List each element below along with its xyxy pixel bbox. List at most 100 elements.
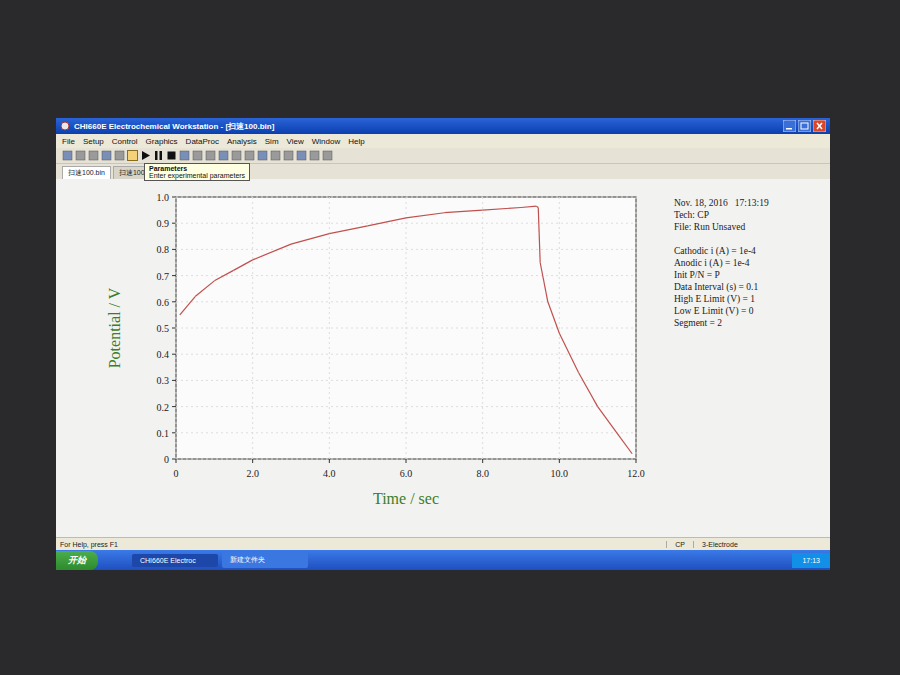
data-line [579,373,598,407]
status-bar: For Help, press F1 CP 3-Electrode [56,537,830,550]
y-tick [172,380,176,381]
x-tick [252,459,253,463]
grid-line [176,197,177,459]
info-line: Init P/N = P [674,269,769,281]
info-line: Nov. 18, 2016 17:13:19 [674,197,769,209]
x-tick [482,459,483,463]
info-line: High E Limit (V) = 1 [674,293,769,305]
help-icon[interactable] [322,150,333,161]
window-title: CHI660E Electrochemical Workstation - [扫… [74,121,779,132]
menu-item[interactable]: Window [312,137,340,146]
menu-item[interactable]: Control [112,137,138,146]
grid-line [252,197,253,459]
menu-item[interactable]: Help [348,137,364,146]
start-button[interactable]: 开始 [56,551,98,570]
copy-icon[interactable] [244,150,255,161]
status-mode: CP [666,541,693,548]
app-icon [60,121,70,131]
info-line: Cathodic i (A) = 1e-4 [674,245,769,257]
monitor-screen: CHI660E Electrochemical Workstation - [扫… [56,118,830,570]
maximize-icon[interactable] [798,120,811,132]
y-axis-title: Potential / V [106,287,123,368]
data-line [214,270,233,280]
menu-item[interactable]: Sim [265,137,279,146]
data-line [540,263,548,302]
x-tick-label: 12.0 [627,468,645,479]
data-line [617,433,632,454]
y-tick [172,328,176,329]
info-line: File: Run Unsaved [674,221,769,233]
y-tick-label: 0.5 [157,323,170,334]
pause-icon[interactable] [153,150,164,161]
close-icon[interactable] [813,120,826,132]
minimize-icon[interactable] [783,120,796,132]
print-icon[interactable] [101,150,112,161]
grid-line [636,197,637,459]
grid-line [176,380,636,381]
toolbar: Parameters Enter experimental parameters [56,148,830,164]
y-tick-label: 0.1 [157,428,170,439]
data-line [368,218,406,226]
save-icon[interactable] [88,150,99,161]
reverse-icon[interactable] [179,150,190,161]
y-tick [172,197,176,198]
y-tick-label: 1.0 [157,192,170,203]
x-tick [559,459,560,463]
stop-icon[interactable] [166,150,177,161]
data-line [538,207,540,262]
menu-item[interactable]: DataProc [186,137,219,146]
derivative-icon[interactable] [270,150,281,161]
info-icon[interactable] [309,150,320,161]
data-line [521,206,536,207]
taskbar: 开始 CHI660E Electroc新建文件夹 17:13 [56,550,830,570]
smooth-icon[interactable] [257,150,268,161]
grid-line [176,275,636,276]
menu-item[interactable]: Analysis [227,137,257,146]
y-tick [172,459,176,460]
parameters-icon[interactable] [127,150,138,161]
grid-line [559,197,560,459]
x-tick [329,459,330,463]
data-line [329,226,367,234]
overlay-icon[interactable] [218,150,229,161]
x-tick-label: 8.0 [476,468,489,479]
x-tick-label: 4.0 [323,468,336,479]
y-tick [172,301,176,302]
graph-icon[interactable] [205,150,216,161]
y-tick [172,249,176,250]
x-tick [406,459,407,463]
new-icon[interactable] [62,150,73,161]
taskbar-item[interactable]: CHI660E Electroc [132,554,218,567]
x-tick-label: 6.0 [400,468,413,479]
open-icon[interactable] [75,150,86,161]
menu-item[interactable]: View [287,137,304,146]
grid-line [329,197,330,459]
y-tick [172,223,176,224]
document-tab[interactable]: 扫速100.bin [62,166,111,179]
run-icon[interactable] [140,150,151,161]
zoom-icon[interactable] [192,150,203,161]
data-line [291,234,329,244]
menu-item[interactable]: File [62,137,75,146]
peak-icon[interactable] [296,150,307,161]
y-tick-label: 0.2 [157,402,170,413]
info-line: Segment = 2 [674,317,769,329]
x-tick [176,459,177,463]
setup-icon[interactable] [114,150,125,161]
info-line: Low E Limit (V) = 0 [674,305,769,317]
info-line [674,233,769,245]
y-tick-label: 0.7 [157,271,170,282]
add-icon[interactable] [231,150,242,161]
plot-area [176,197,636,459]
x-tick-label: 0 [174,468,179,479]
y-tick-label: 0.8 [157,244,170,255]
photo-background: CHI660E Electrochemical Workstation - [扫… [0,0,900,675]
grid-line [406,197,407,459]
taskbar-item[interactable]: 新建文件夹 [222,552,308,568]
y-tick-label: 0.9 [157,218,170,229]
menu-item[interactable]: Setup [83,137,104,146]
status-help: For Help, press F1 [56,541,666,548]
menu-item[interactable]: Graphics [146,137,178,146]
integrate-icon[interactable] [283,150,294,161]
x-tick-label: 10.0 [551,468,569,479]
